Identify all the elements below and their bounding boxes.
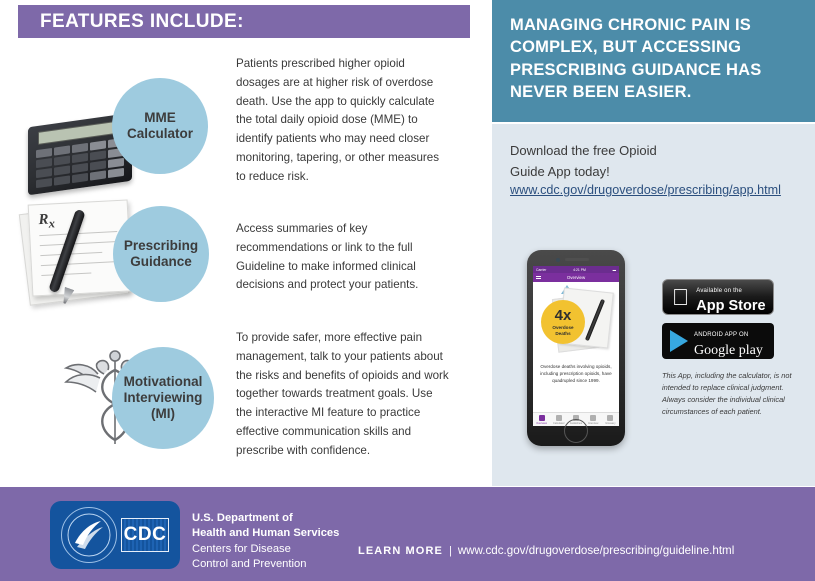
agency-line-3: Centers for Disease bbox=[192, 542, 291, 555]
phone-home-button-icon[interactable] bbox=[564, 419, 588, 443]
google-play-big-label: Google play bbox=[694, 343, 763, 358]
hamburger-menu-icon[interactable] bbox=[536, 276, 541, 280]
learn-more-label: LEARN MORE bbox=[358, 545, 443, 557]
apple-icon:  bbox=[672, 285, 689, 309]
feature-body-motivational: To provide safer, more effective pain ma… bbox=[236, 331, 449, 457]
phone-speaker-icon bbox=[565, 258, 589, 261]
status-carrier: Carrier bbox=[536, 267, 547, 272]
feature-circle-label: MME Calculator bbox=[126, 110, 194, 141]
tab-label: Overview bbox=[536, 421, 547, 425]
learn-more-url[interactable]: www.cdc.gov/drugoverdose/prescribing/gui… bbox=[458, 544, 734, 557]
app-hero-illustration: 4x Overdose Deaths bbox=[533, 282, 619, 360]
learn-more-separator: | bbox=[448, 545, 452, 557]
hhs-seal-icon bbox=[61, 507, 117, 563]
status-time: 4:21 PM bbox=[573, 267, 586, 272]
agency-line-2: Health and Human Services bbox=[192, 527, 340, 540]
app-tab-interview[interactable]: Interview bbox=[585, 413, 602, 426]
phone-mockup: Carrier 4:21 PM ▬ Overview 4x Overdose D… bbox=[527, 250, 625, 446]
google-play-icon bbox=[670, 330, 688, 352]
cdc-wordmark: CDC bbox=[121, 518, 169, 552]
list-icon bbox=[607, 414, 614, 421]
feature-circle-motivational: Motivational Interviewing (MI) bbox=[112, 347, 214, 449]
hhs-cdc-logo: CDC bbox=[50, 501, 180, 569]
agency-line-4: Control and Prevention bbox=[192, 558, 307, 571]
google-play-small-label: ANDROID APP ON bbox=[694, 332, 749, 338]
phone-status-bar: Carrier 4:21 PM ▬ bbox=[533, 266, 619, 273]
agency-name-block: U.S. Department of Health and Human Serv… bbox=[192, 511, 339, 573]
app-store-small-label: Available on the bbox=[679, 288, 742, 294]
app-store-big-label: App Store bbox=[679, 298, 765, 314]
phone-camera-icon bbox=[556, 257, 560, 262]
feature-circle-label: Motivational Interviewing (MI) bbox=[123, 374, 203, 421]
app-disclaimer: This App, including the calculator, is n… bbox=[662, 371, 792, 416]
agency-line-1: U.S. Department of bbox=[192, 512, 293, 524]
feature-circle-mme: MME Calculator bbox=[112, 78, 208, 174]
keypad-icon bbox=[555, 414, 562, 421]
infographic-page: FEATURES INCLUDE: MME Calculator Patient… bbox=[0, 0, 815, 581]
app-body-copy: Overdose deaths involving opioids, inclu… bbox=[540, 364, 612, 383]
promo-body: Download the free Opioid Guide App today… bbox=[492, 124, 815, 486]
feature-body-prescribing: Access summaries of key recommendations … bbox=[236, 222, 419, 292]
overdose-stat-badge: 4x Overdose Deaths bbox=[541, 300, 585, 344]
app-tab-overview[interactable]: Overview bbox=[533, 413, 550, 426]
feature-circle-prescribing: Prescribing Guidance bbox=[113, 206, 209, 302]
tab-label: Interview bbox=[588, 421, 599, 425]
badge-number: 4x bbox=[554, 307, 572, 325]
app-download-link[interactable]: www.cdc.gov/drugoverdose/prescribing/app… bbox=[510, 182, 805, 200]
learn-more-block: LEARN MORE | www.cdc.gov/drugoverdose/pr… bbox=[358, 544, 734, 557]
battery-icon: ▬ bbox=[612, 267, 616, 272]
features-banner-title: FEATURES INCLUDE: bbox=[40, 10, 244, 32]
features-column: FEATURES INCLUDE: MME Calculator Patient… bbox=[0, 0, 487, 486]
tab-label: Calculator bbox=[552, 421, 565, 425]
google-play-badge[interactable]: ANDROID APP ON Google play bbox=[662, 323, 774, 359]
app-tab-glossary[interactable]: Glossary bbox=[602, 413, 619, 426]
chat-icon bbox=[590, 414, 597, 421]
cdc-logo-text: CDC bbox=[123, 524, 167, 545]
promo-headline-banner: MANAGING CHRONIC PAIN IS COMPLEX, BUT AC… bbox=[492, 0, 815, 122]
feature-circle-label: Prescribing Guidance bbox=[123, 238, 199, 269]
promo-column: MANAGING CHRONIC PAIN IS COMPLEX, BUT AC… bbox=[492, 0, 815, 486]
page-footer: CDC U.S. Department of Health and Human … bbox=[0, 487, 815, 581]
chart-icon bbox=[538, 414, 545, 421]
phone-screen: Carrier 4:21 PM ▬ Overview 4x Overdose D… bbox=[533, 266, 619, 426]
badge-subtitle: Overdose Deaths bbox=[552, 325, 574, 336]
feature-body-mme: Patients prescribed higher opioid dosage… bbox=[236, 57, 439, 183]
app-nav-title: Overview bbox=[566, 275, 586, 280]
tab-label: Glossary bbox=[605, 421, 616, 425]
app-store-badge[interactable]:  Available on the App Store bbox=[662, 279, 774, 315]
features-banner: FEATURES INCLUDE: bbox=[18, 5, 470, 38]
promo-headline: MANAGING CHRONIC PAIN IS COMPLEX, BUT AC… bbox=[510, 16, 762, 102]
download-instructions: Download the free Opioid Guide App today… bbox=[510, 143, 657, 180]
app-nav-bar: Overview bbox=[533, 273, 619, 282]
